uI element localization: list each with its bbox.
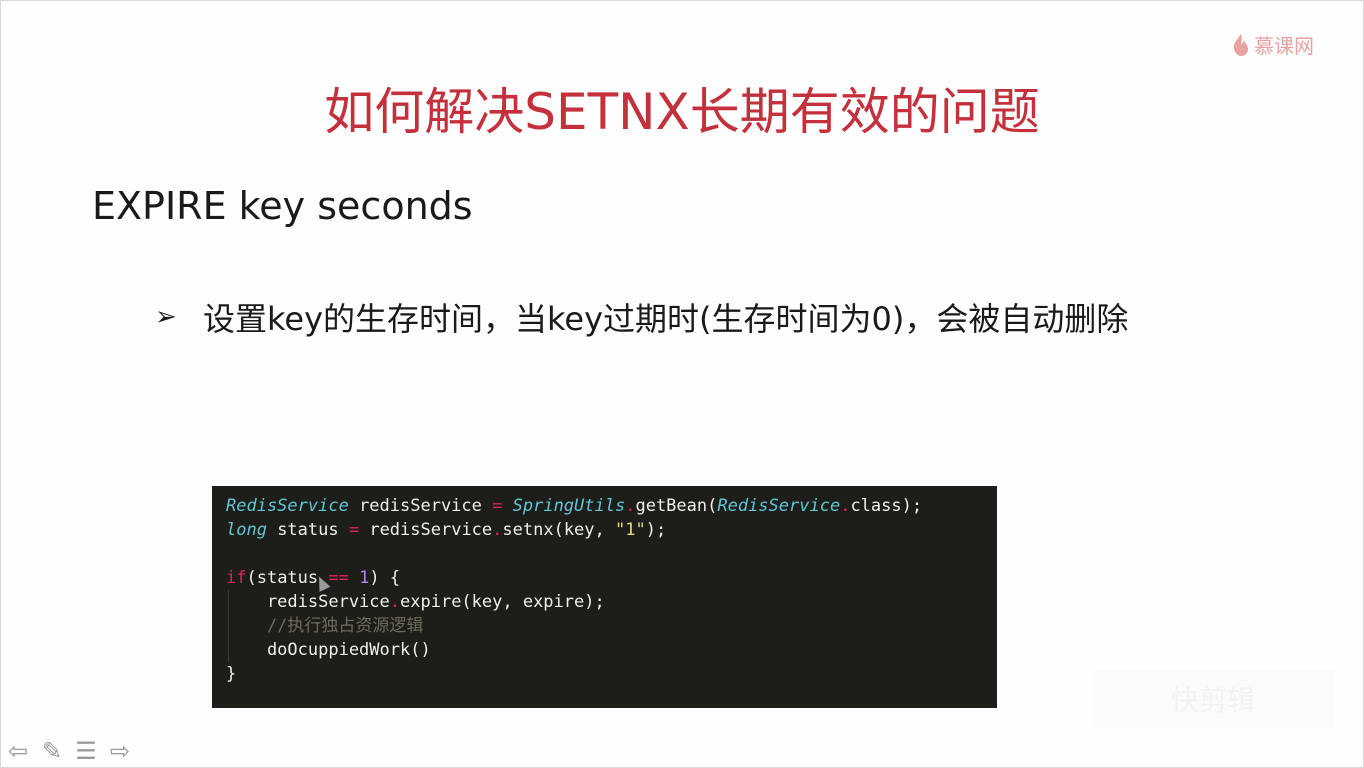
code-line: redisService.expire(key, expire);: [226, 592, 605, 612]
slide-subtitle: EXPIRE key seconds: [92, 184, 473, 228]
code-line: long status = redisService.setnx(key, "1…: [226, 520, 667, 540]
bullet-item: ➢ 设置key的生存时间，当key过期时(生存时间为0)，会被自动删除: [155, 294, 1128, 340]
watermark: 快剪辑: [1092, 670, 1334, 728]
slide-title: 如何解决SETNX长期有效的问题: [324, 83, 1040, 141]
flame-icon: [1233, 33, 1248, 56]
menu-icon[interactable]: ☰: [72, 737, 100, 765]
arrow-bullet-icon: ➢: [155, 302, 177, 332]
prev-slide-button[interactable]: ⇦: [4, 737, 32, 765]
code-block: RedisService redisService = SpringUtils.…: [212, 486, 997, 708]
imooc-logo: 慕课网: [1232, 30, 1314, 59]
slide-nav: ⇦ ✎ ☰ ⇨: [4, 737, 134, 765]
pen-icon[interactable]: ✎: [38, 737, 66, 765]
code-line: RedisService redisService = SpringUtils.…: [226, 496, 923, 516]
code-line: }: [226, 664, 237, 684]
code-comment: //执行独占资源逻辑: [226, 616, 424, 636]
code-line: doOcuppiedWork(): [226, 640, 431, 660]
logo-text: 慕课网: [1254, 34, 1314, 58]
bullet-text: 设置key的生存时间，当key过期时(生存时间为0)，会被自动删除: [203, 300, 1129, 338]
next-slide-button[interactable]: ⇨: [106, 737, 134, 765]
